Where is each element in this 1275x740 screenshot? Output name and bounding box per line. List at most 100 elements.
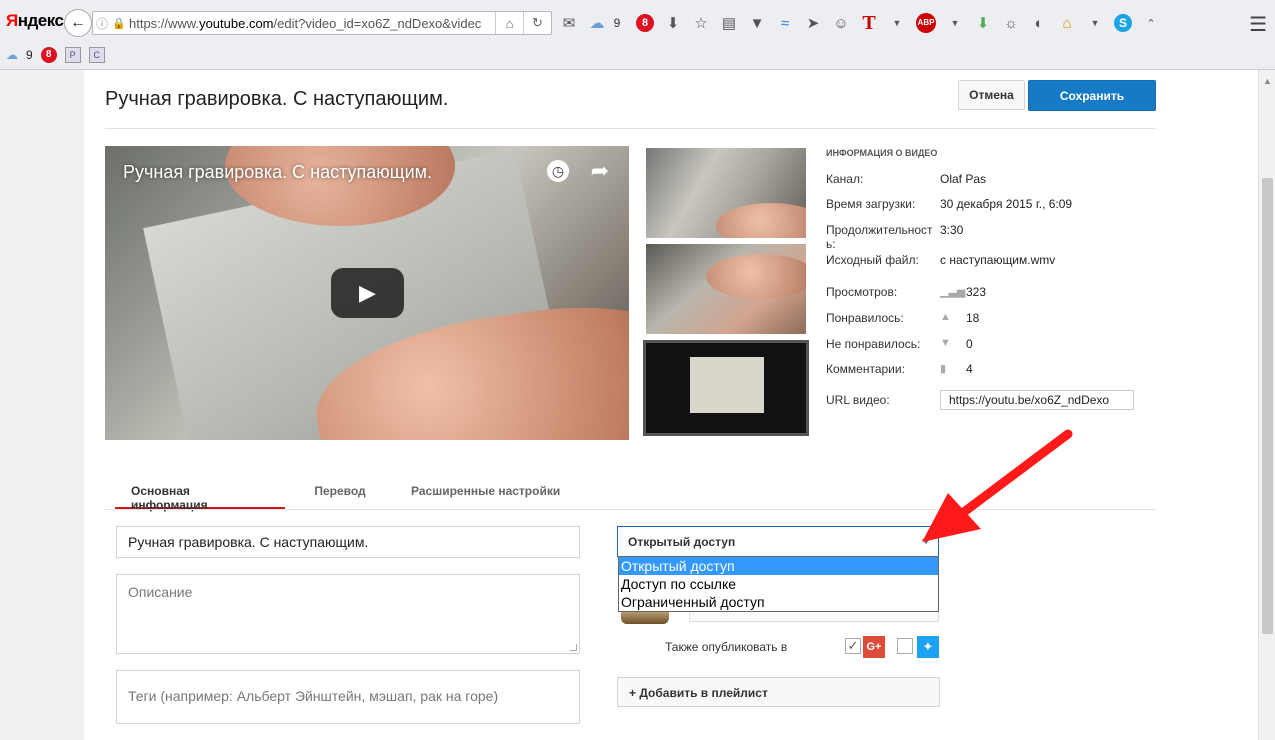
pocket-icon[interactable]: ▼ [748,15,766,32]
tab-basic-info[interactable]: Основная информация [115,474,285,512]
info-value: с наступающим.wmv [940,253,1056,267]
info-label: Исходный файл: [826,253,919,267]
tab-translation[interactable]: Перевод [285,474,395,510]
brand-rest: ндекс [17,11,64,30]
save-button[interactable]: Сохранить [1028,80,1156,111]
tabs-divider [105,509,1156,510]
cloud-icon[interactable]: ☁ [6,48,18,62]
privacy-dropdown-list: Открытый доступ Доступ по ссылке Огранич… [618,556,939,612]
player-title[interactable]: Ручная гравировка. С наступающим. [123,162,432,183]
tags-input[interactable]: Теги (например: Альберт Эйнштейн, мэшап,… [116,670,580,724]
channel-link[interactable]: Olaf Pas [940,172,986,186]
info-icon[interactable]: ⓘ [93,15,111,32]
description-input[interactable]: Описание [116,574,580,654]
share-icon[interactable]: ➦ [591,158,609,184]
reload-icon[interactable]: ↻ [523,12,551,34]
info-value: 3:30 [940,223,964,237]
edit-tabs: Основная информация Перевод Расширенные … [115,474,595,512]
translate-icon[interactable]: T [860,12,878,35]
reader-icon[interactable]: ▤ [720,14,738,32]
mail-icon[interactable]: ✉ [560,14,578,32]
info-row-source: Исходный файл: с наступающим.wmv [826,253,1156,267]
menu-icon[interactable]: ☰ [1249,12,1267,37]
bookmark-c-icon[interactable]: C [88,47,105,63]
bookmark-p-icon[interactable]: P [64,47,81,63]
chevron-down-icon[interactable]: ▼ [1086,18,1104,28]
video-info-panel: ИНФОРМАЦИЯ О ВИДЕО Канал: Olaf Pas Время … [826,148,1156,410]
info-value: 30 декабря 2015 г., 6:09 [940,197,1073,211]
message-input-partial[interactable] [689,612,939,622]
brand-ya: Я [6,11,18,30]
chevron-down-icon[interactable]: ▼ [888,18,906,28]
home-icon[interactable]: ⌂ [495,12,523,34]
address-bar[interactable]: ⓘ 🔒 https://www.youtube.com/edit?video_i… [92,11,552,35]
sync-icon[interactable]: ≈ [776,15,794,32]
cloud-icon[interactable]: ☁ [588,14,606,32]
info-value: 0 [966,337,973,351]
thumbnail-option-selected[interactable] [643,340,809,436]
notification-badge[interactable]: 8 [636,14,654,32]
page-title: Ручная гравировка. С наступающим. [105,88,449,110]
chevron-up-icon[interactable]: ⌃ [1142,17,1160,30]
bar-chart-icon: ▁▃▅ [940,286,966,298]
thumbnail-image [716,203,806,238]
download-icon[interactable]: ⬇ [664,14,682,32]
scrollbar-thumb[interactable] [1262,178,1273,634]
video-player[interactable]: Ручная гравировка. С наступающим. ◷ ➦ ▶ [105,146,629,440]
info-heading: ИНФОРМАЦИЯ О ВИДЕО [826,148,938,158]
privacy-option-unlisted[interactable]: Доступ по ссылке [619,575,938,593]
title-input[interactable]: Ручная гравировка. С наступающим. [116,526,580,558]
home-color-icon[interactable]: ⌂ [1058,15,1076,32]
download-arrow-icon[interactable]: ⬇ [974,14,992,32]
gplus-checkbox[interactable]: ✓ [845,638,861,654]
cancel-button[interactable]: Отмена [958,80,1025,110]
info-row-duration: Продолжительность: 3:30 [826,223,1156,251]
thumbs-down-icon: ▼ [940,337,951,349]
globe-icon[interactable]: ☼ [1002,15,1020,32]
twitter-checkbox[interactable] [897,638,913,654]
play-button[interactable]: ▶ [331,268,404,318]
thumbnail-option[interactable] [646,244,806,334]
info-label: Понравилось: [826,311,904,325]
info-value: 323 [966,285,987,299]
thumbnail-option[interactable] [646,148,806,238]
privacy-option-private[interactable]: Ограниченный доступ [619,593,938,611]
thumbs-up-icon: ▲ [940,311,951,323]
privacy-option-public[interactable]: Открытый доступ [619,557,938,575]
bookmark-cloud-count: 9 [26,48,33,62]
info-label: Просмотров: [826,285,898,299]
skype-icon[interactable]: S [1114,14,1132,32]
also-publish-label: Также опубликовать в [665,640,788,654]
info-label: Не понравилось: [826,337,921,351]
info-row-channel: Канал: Olaf Pas [826,172,1156,186]
video-url-field[interactable]: https://youtu.be/xo6Z_ndDexo [940,390,1134,410]
send-icon[interactable]: ➤ [804,14,822,32]
scroll-up-icon[interactable]: ▲ [1263,76,1272,86]
star-icon[interactable]: ☆ [692,14,710,32]
url-text[interactable]: https://www.youtube.com/edit?video_id=xo… [127,16,495,31]
info-row-views: Просмотров: ▁▃▅ 323 [826,285,1156,299]
chevron-down-icon[interactable]: ▼ [946,18,964,28]
info-row-url: URL видео: https://youtu.be/xo6Z_ndDexo [826,390,1156,410]
browser-toolbar: Яндекс ← ⓘ 🔒 https://www.youtube.com/edi… [0,0,1275,70]
page-scrollbar[interactable]: ▲ [1258,70,1275,740]
privacy-select[interactable]: Открытый доступ [617,526,939,557]
thumbnail-image [690,357,764,413]
play-icon: ▶ [359,280,376,305]
info-label: Комментарии: [826,362,905,376]
add-to-playlist-button[interactable]: + Добавить в плейлист [617,677,940,707]
url-rest: /edit?video_id=xo6Z_ndDexo&videc [273,15,482,31]
adblock-icon[interactable]: ABP [916,13,936,33]
chat-icon[interactable]: ☺ [832,15,850,32]
header-divider [105,128,1156,129]
watch-later-icon[interactable]: ◷ [547,160,569,182]
bookmark-badge[interactable]: 8 [40,47,57,63]
tab-advanced-settings[interactable]: Расширенные настройки [395,474,595,510]
arrow-left-icon: ← [70,14,86,31]
speed-dial-icon[interactable]: ◐ [1030,15,1048,32]
url-domain: youtube.com [199,15,274,31]
yandex-logo[interactable]: Яндекс [6,11,64,31]
back-button[interactable]: ← [64,9,92,37]
avatar [621,612,669,624]
info-row-upload: Время загрузки: 30 декабря 2015 г., 6:09 [826,197,1156,211]
